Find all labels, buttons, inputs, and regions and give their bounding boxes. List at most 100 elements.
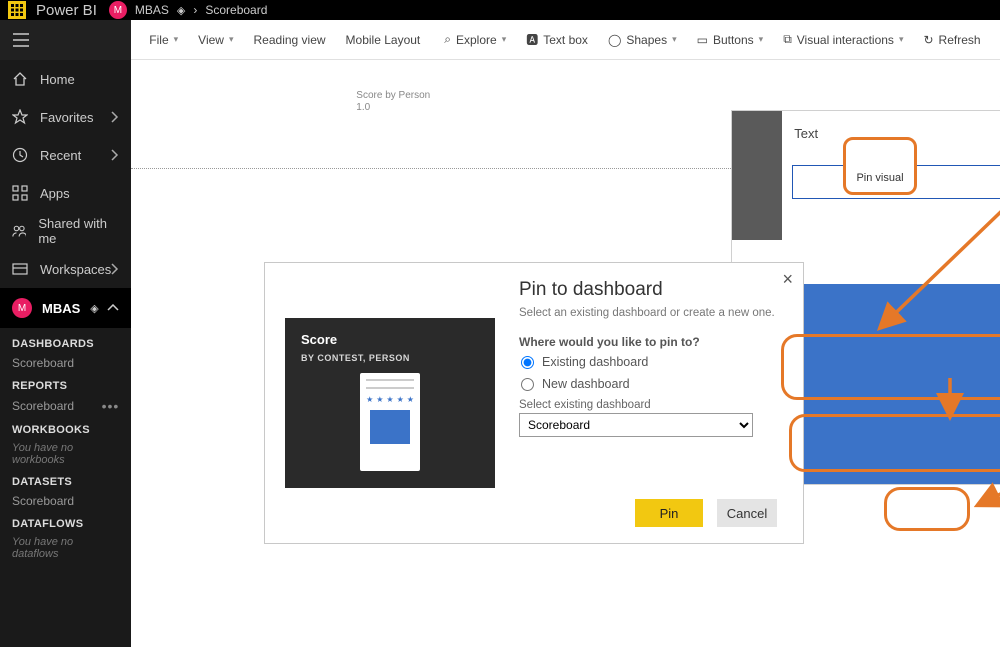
shared-icon — [12, 223, 26, 239]
mobile-layout-button[interactable]: Mobile Layout — [338, 29, 429, 51]
nav-sidebar: Home Favorites Recent Apps Shared with m… — [0, 20, 131, 647]
sidebar-item-dataset[interactable]: Scoreboard — [0, 492, 131, 508]
explore-menu[interactable]: ⌕ Explore ▾ — [436, 28, 514, 51]
more-icon[interactable]: ••• — [102, 398, 120, 414]
nav-label: Home — [40, 72, 75, 87]
diamond-icon: ◈ — [177, 4, 185, 17]
radio-label: Existing dashboard — [542, 355, 648, 369]
text-box-button[interactable]: 🅰 Text box — [518, 27, 596, 52]
chart-subtitle: 1.0 — [356, 102, 430, 114]
chevron-down-icon: ▾ — [174, 34, 179, 45]
chevron-right-icon — [111, 263, 119, 275]
app-launcher-icon[interactable] — [8, 1, 26, 19]
tile-preview: Score BY CONTEST, PERSON ★★★★★ — [285, 318, 495, 488]
sidebar-item-label: Scoreboard — [12, 494, 74, 508]
buttons-menu[interactable]: ▭Buttons▾ — [689, 29, 772, 51]
view-menu[interactable]: View ▾ — [190, 29, 241, 51]
shapes-icon: ◯ — [608, 33, 621, 47]
overflow-button[interactable]: ⧉ — [993, 28, 1000, 51]
radio-existing-dashboard[interactable]: Existing dashboard — [519, 355, 781, 369]
toolbar-label: Shapes — [626, 33, 667, 47]
nav-label: Apps — [40, 186, 70, 201]
chevron-down-icon: ▾ — [502, 34, 507, 45]
diamond-icon: ◈ — [90, 302, 98, 315]
nav-recent[interactable]: Recent — [0, 136, 131, 174]
section-dashboards-header: DASHBOARDS — [0, 328, 131, 354]
dashboard-select[interactable]: Scoreboard — [519, 413, 753, 437]
chart-visual-header: Score by Person 1.0 — [356, 90, 430, 114]
breadcrumb-workspace[interactable]: MBAS — [135, 3, 169, 17]
section-reports-header: REPORTS — [0, 370, 131, 396]
close-button[interactable]: × — [782, 269, 793, 290]
breadcrumb-page[interactable]: Scoreboard — [205, 3, 267, 17]
chevron-down-icon: ▾ — [759, 34, 764, 45]
buttons-icon: ▭ — [697, 33, 708, 47]
chevron-up-icon — [107, 304, 119, 312]
dialog-title: Pin to dashboard — [519, 279, 781, 301]
section-dataflows-header: DATAFLOWS — [0, 508, 131, 534]
dialog-preview-panel: Score BY CONTEST, PERSON ★★★★★ — [265, 263, 515, 543]
pin-visual-tooltip: Pin visual — [843, 137, 917, 195]
section-workbooks-header: WORKBOOKS — [0, 414, 131, 440]
chevron-down-icon: ▾ — [672, 34, 677, 45]
app-name: Power BI — [36, 2, 97, 19]
pin-button[interactable]: Pin — [635, 499, 703, 527]
toolbar-label: File — [149, 33, 168, 47]
chevron-right-icon — [111, 111, 119, 123]
visual-interactions-menu[interactable]: ⧉Visual interactions▾ — [775, 28, 911, 51]
nav-label: Workspaces — [40, 262, 111, 277]
app-header: Power BI M MBAS ◈ › Scoreboard — [0, 0, 1000, 20]
section-workbooks-hint: You have no workbooks — [0, 440, 131, 466]
shapes-menu[interactable]: ◯ Shapes ▾ — [600, 29, 685, 51]
preview-chart: ★★★★★ — [285, 373, 495, 471]
radio-new-dashboard[interactable]: New dashboard — [519, 377, 781, 391]
radio-label: New dashboard — [542, 377, 630, 391]
visual-placeholder — [732, 155, 782, 240]
breadcrumb: MBAS ◈ › Scoreboard — [135, 3, 268, 17]
preview-subtitle: BY CONTEST, PERSON — [285, 353, 495, 373]
select-label: Select existing dashboard — [519, 399, 781, 411]
visual-placeholder — [732, 111, 782, 155]
chart-title: Score by Person — [356, 90, 430, 102]
breadcrumb-chevron-icon: › — [193, 3, 197, 17]
dialog-description: Select an existing dashboard or create a… — [519, 307, 781, 319]
text-visual-label: Text — [782, 111, 818, 155]
toolbar-label: Visual interactions — [797, 33, 894, 47]
refresh-icon: ↻ — [923, 33, 933, 47]
chevron-down-icon: ▾ — [229, 34, 234, 45]
nav-workspaces[interactable]: Workspaces — [0, 250, 131, 288]
sidebar-item-dashboard[interactable]: Scoreboard — [0, 354, 131, 370]
nav-label: Recent — [40, 148, 81, 163]
apps-icon — [12, 185, 28, 201]
workspaces-icon — [12, 261, 28, 277]
radio-input[interactable] — [521, 378, 534, 391]
nav-toggle-button[interactable] — [0, 20, 131, 60]
textbox-icon: 🅰 — [526, 31, 538, 48]
nav-home[interactable]: Home — [0, 60, 131, 98]
sidebar-item-report[interactable]: Scoreboard ••• — [0, 396, 131, 414]
toolbar-label: View — [198, 33, 224, 47]
reading-view-button[interactable]: Reading view — [246, 29, 334, 51]
nav-favorites[interactable]: Favorites — [0, 98, 131, 136]
chevron-right-icon — [111, 149, 119, 161]
dialog-actions: Pin Cancel — [635, 499, 777, 527]
sidebar-item-label: Scoreboard — [12, 399, 74, 413]
clock-icon — [12, 147, 28, 163]
nav-shared[interactable]: Shared with me — [0, 212, 131, 250]
toolbar-label: Explore — [456, 33, 497, 47]
nav-apps[interactable]: Apps — [0, 174, 131, 212]
nav-label: Shared with me — [38, 216, 119, 246]
cancel-button[interactable]: Cancel — [717, 499, 777, 527]
chevron-down-icon: ▾ — [899, 34, 904, 45]
explore-icon: ⌕ — [444, 32, 451, 47]
refresh-button[interactable]: ↻Refresh — [915, 29, 988, 51]
toolbar-label: Reading view — [254, 33, 326, 47]
toolbar-label: Text box — [543, 33, 588, 47]
file-menu[interactable]: File ▾ — [141, 29, 186, 51]
workspace-header[interactable]: M MBAS ◈ — [0, 288, 131, 328]
dialog-question: Where would you like to pin to? — [519, 335, 781, 349]
workspace-badge: M — [109, 1, 127, 19]
toolbar-label: Mobile Layout — [346, 33, 421, 47]
dialog-form-panel: × Pin to dashboard Select an existing da… — [515, 263, 803, 543]
radio-input[interactable] — [521, 356, 534, 369]
